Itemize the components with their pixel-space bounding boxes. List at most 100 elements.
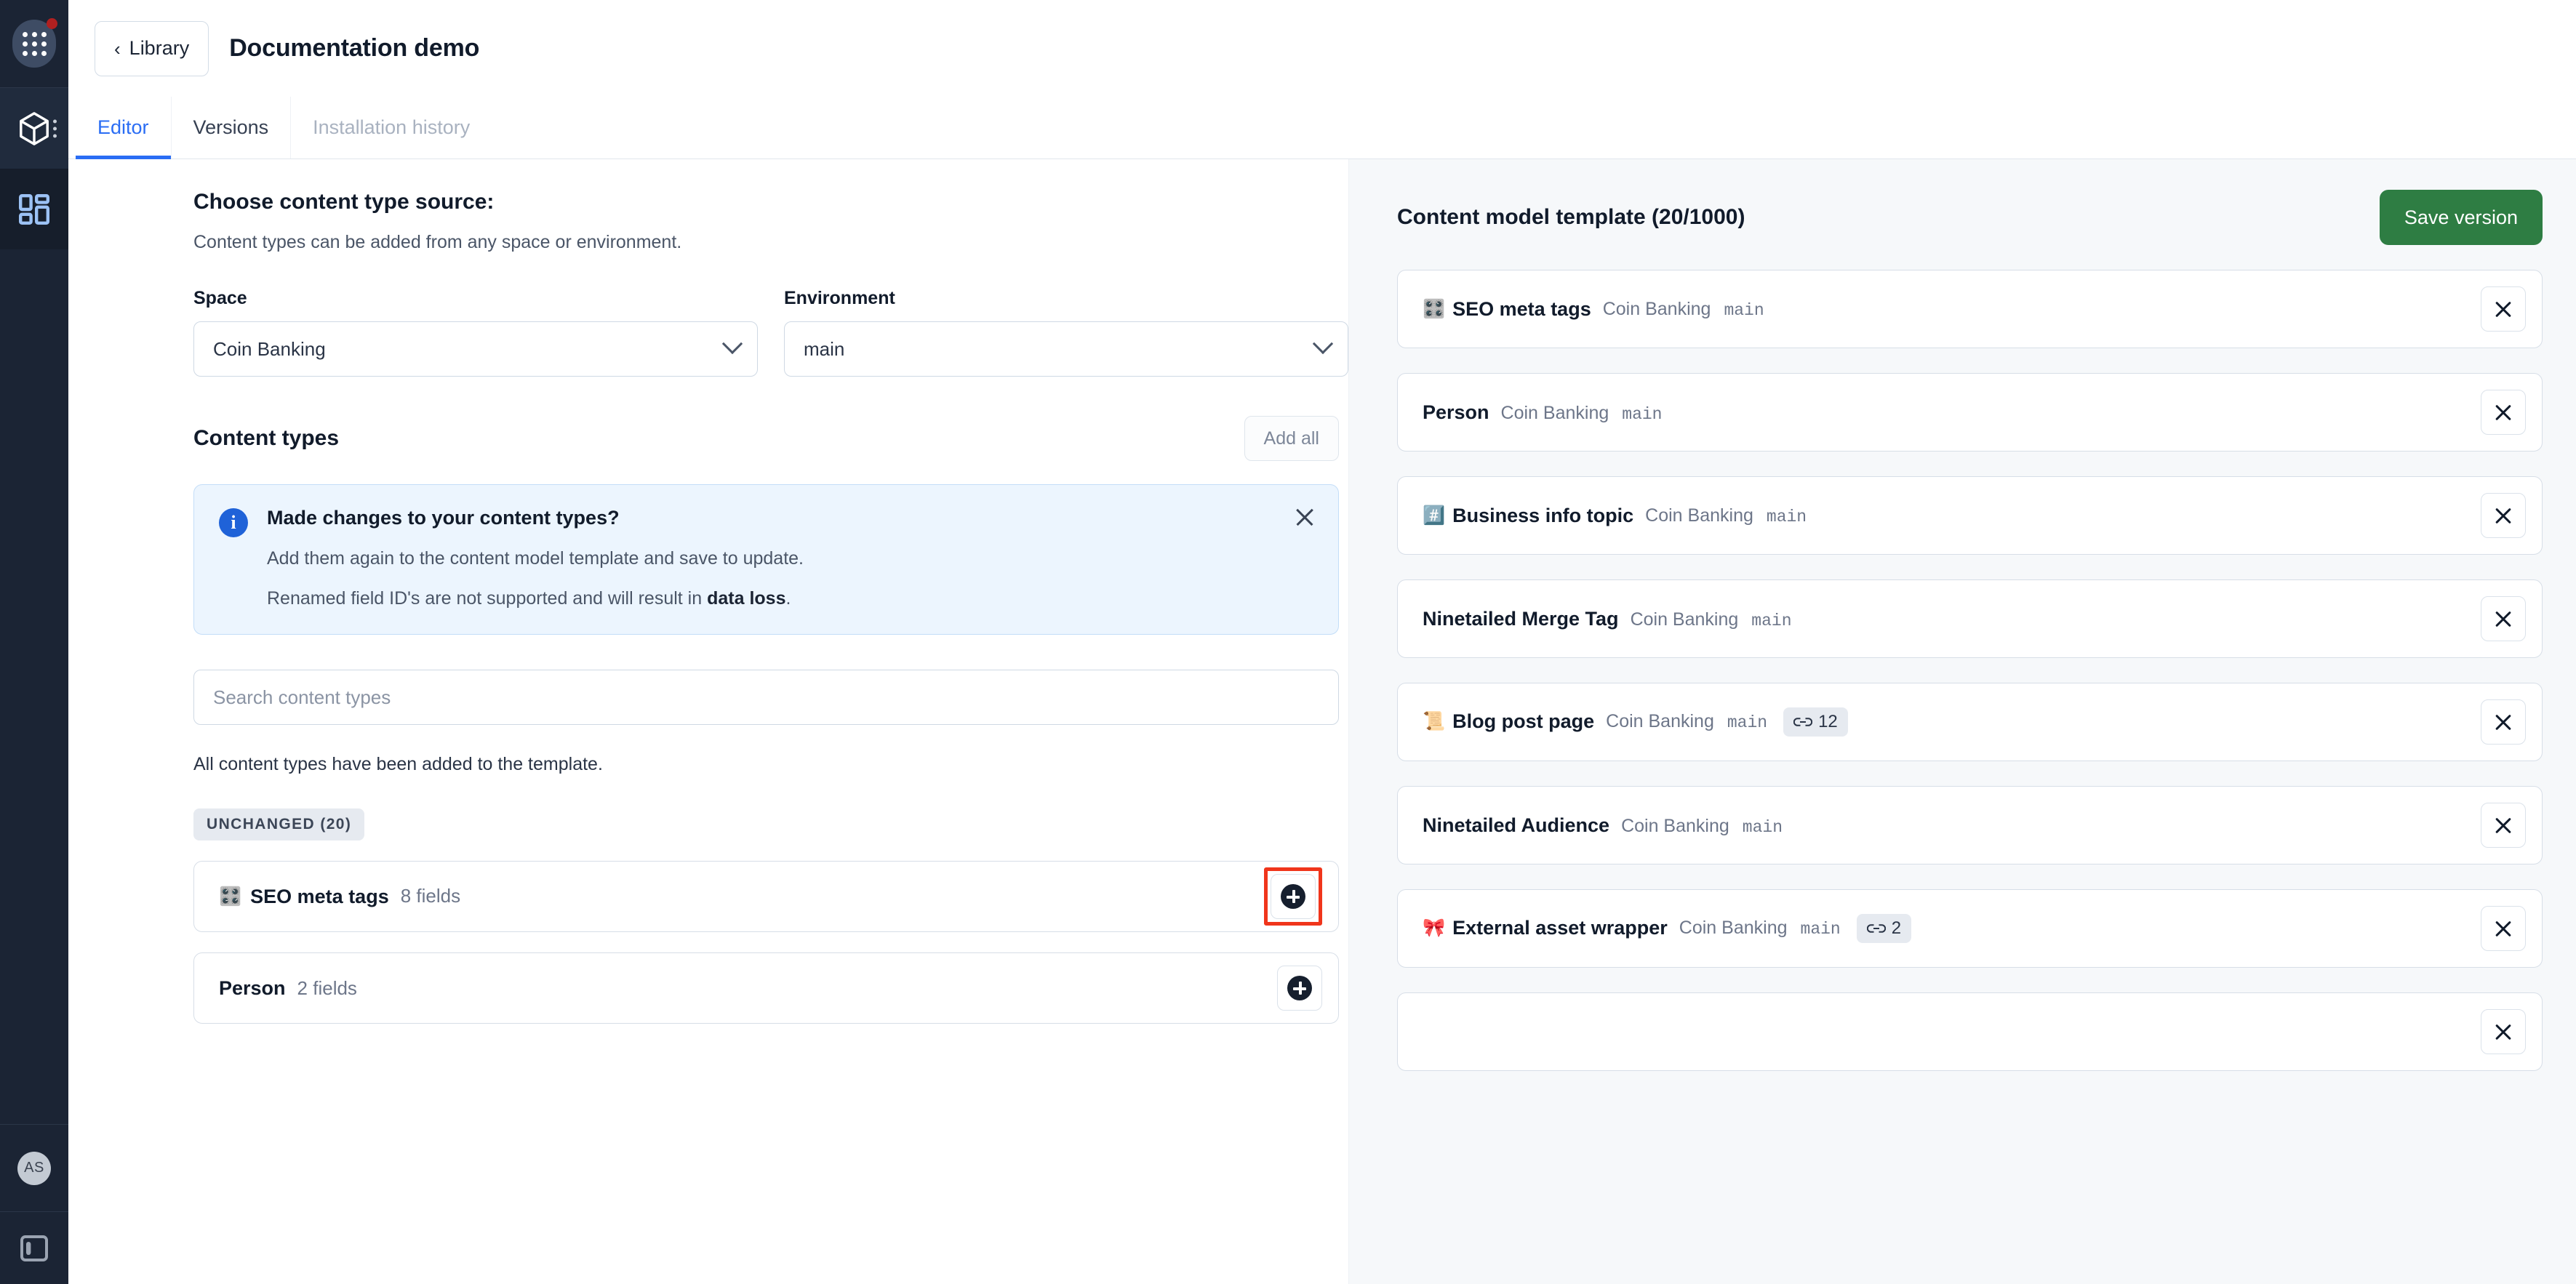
content-type-field-count: 2 fields — [297, 976, 357, 999]
content-type-name-text: Person — [219, 976, 286, 999]
link-icon — [1866, 924, 1886, 933]
back-to-library-button[interactable]: ‹ Library — [95, 20, 209, 76]
source-selectors: Space Coin Banking Environment main — [193, 288, 1348, 377]
apps-launcher[interactable] — [0, 0, 68, 87]
close-icon — [2492, 608, 2514, 630]
content-type-name-text: SEO meta tags — [250, 886, 389, 907]
chevron-down-icon — [1312, 333, 1334, 355]
hash-key-icon: #️⃣ — [1423, 505, 1446, 526]
template-row[interactable]: Person Coin Banking main — [1397, 373, 2543, 452]
content-type-row-seo[interactable]: 🎛️ SEO meta tags 8 fields — [193, 861, 1339, 932]
space-select[interactable]: Coin Banking — [193, 321, 758, 377]
template-name: 📜 Blog post page — [1423, 710, 1594, 733]
template-env: main — [1800, 920, 1841, 939]
remove-template-button[interactable] — [2481, 1009, 2526, 1054]
blocks-icon — [19, 194, 50, 225]
panel-toggle-button[interactable] — [0, 1211, 68, 1284]
info-banner: i Made changes to your content types? Ad… — [193, 484, 1339, 635]
template-env: main — [1766, 507, 1807, 526]
template-row-label: Ninetailed Merge Tag Coin Banking main — [1423, 608, 1792, 630]
info-banner-body: Made changes to your content types? Add … — [267, 507, 1313, 609]
template-name: Ninetailed Merge Tag — [1423, 608, 1619, 630]
template-row[interactable]: #️⃣ Business info topic Coin Banking main — [1397, 476, 2543, 555]
remove-template-button[interactable] — [2481, 803, 2526, 848]
template-row[interactable]: 🎛️ SEO meta tags Coin Banking main — [1397, 270, 2543, 348]
content-type-row-label: Person 2 fields — [219, 977, 357, 1000]
group-chip-unchanged: UNCHANGED (20) — [193, 808, 365, 840]
template-title: Content model template (20/1000) — [1397, 205, 1745, 229]
source-heading: Choose content type source: — [193, 190, 495, 214]
template-env: main — [1727, 713, 1768, 732]
template-row-label: 📜 Blog post page Coin Banking main 12 — [1423, 707, 1848, 737]
template-row[interactable]: 🎀 External asset wrapper Coin Banking mai… — [1397, 889, 2543, 968]
notification-dot — [47, 18, 57, 29]
template-row[interactable]: Ninetailed Merge Tag Coin Banking main — [1397, 579, 2543, 658]
space-field: Space Coin Banking — [193, 288, 758, 377]
remove-template-button[interactable] — [2481, 906, 2526, 951]
save-version-button[interactable]: Save version — [2379, 190, 2543, 245]
add-content-type-button[interactable] — [1277, 966, 1322, 1011]
avatar[interactable]: AS — [17, 1151, 51, 1185]
plus-icon — [1287, 976, 1312, 1000]
template-name-text: Business info topic — [1452, 504, 1634, 526]
template-space: Coin Banking — [1679, 918, 1788, 938]
content-type-field-count: 8 fields — [400, 885, 461, 907]
app-root: AS ‹ Library Documentation demo Editor V… — [0, 0, 2576, 1284]
tab-versions[interactable]: Versions — [172, 97, 292, 159]
sidebar-item-apps[interactable] — [0, 169, 68, 249]
template-row-label: #️⃣ Business info topic Coin Banking main — [1423, 505, 1807, 527]
content-type-name: 🎛️ SEO meta tags — [219, 886, 389, 908]
close-icon[interactable] — [1292, 504, 1318, 530]
scroll-icon: 📜 — [1423, 711, 1446, 731]
sidebar-toggle-icon — [20, 1235, 48, 1261]
environment-select[interactable]: main — [784, 321, 1348, 377]
template-space: Coin Banking — [1500, 402, 1609, 423]
template-panel: Content model template (20/1000) Save ve… — [1348, 159, 2576, 1284]
template-row-label: 🎛️ SEO meta tags Coin Banking main — [1423, 298, 1764, 321]
content-type-row-person[interactable]: Person 2 fields — [193, 952, 1339, 1024]
add-all-button[interactable]: Add all — [1244, 416, 1339, 461]
remove-template-button[interactable] — [2481, 286, 2526, 332]
add-content-type-button[interactable] — [1271, 874, 1316, 919]
template-row-partial[interactable] — [1397, 992, 2543, 1071]
link-icon — [1793, 718, 1813, 726]
control-knobs-icon: 🎛️ — [1423, 298, 1446, 319]
apps-grid-dots — [22, 31, 47, 56]
search-input[interactable]: Search content types — [193, 670, 1339, 725]
linked-entries-badge: 2 — [1856, 914, 1912, 943]
chevron-left-icon: ‹ — [114, 37, 121, 60]
source-panel: Choose content type source: Content type… — [68, 159, 1348, 1284]
template-space: Coin Banking — [1621, 815, 1729, 836]
apps-grid-icon[interactable] — [12, 18, 57, 68]
template-panel-header: Content model template (20/1000) Save ve… — [1397, 190, 2543, 245]
info-banner-line2-suffix: . — [785, 588, 791, 609]
space-switcher[interactable] — [0, 87, 68, 169]
tab-editor[interactable]: Editor — [76, 97, 172, 159]
template-name-text: Ninetailed Audience — [1423, 814, 1610, 836]
control-knobs-icon: 🎛️ — [219, 886, 242, 907]
remove-template-button[interactable] — [2481, 699, 2526, 745]
remove-template-button[interactable] — [2481, 596, 2526, 641]
linked-entries-count: 12 — [1818, 712, 1838, 731]
content-body: Choose content type source: Content type… — [68, 159, 2576, 1284]
template-row-label: Ninetailed Audience Coin Banking main — [1423, 814, 1783, 837]
template-row[interactable]: 📜 Blog post page Coin Banking main 12 — [1397, 683, 2543, 761]
scroll-fade — [68, 1248, 1348, 1284]
template-env: main — [1724, 300, 1764, 320]
template-name-text: Blog post page — [1452, 710, 1595, 732]
remove-template-button[interactable] — [2481, 493, 2526, 538]
template-name: Ninetailed Audience — [1423, 814, 1609, 837]
linked-entries-count: 2 — [1891, 918, 1902, 938]
template-space: Coin Banking — [1630, 609, 1739, 630]
template-space: Coin Banking — [1645, 505, 1753, 526]
template-env: main — [1622, 404, 1663, 424]
highlight-box — [1264, 867, 1322, 926]
template-space: Coin Banking — [1606, 711, 1714, 731]
remove-template-button[interactable] — [2481, 390, 2526, 435]
template-row[interactable]: Ninetailed Audience Coin Banking main — [1397, 786, 2543, 864]
user-menu[interactable]: AS — [0, 1124, 68, 1211]
space-label: Space — [193, 288, 247, 308]
template-row-label: Person Coin Banking main — [1423, 401, 1662, 424]
kebab-menu-icon[interactable] — [53, 119, 57, 137]
info-banner-line2-prefix: Renamed field ID's are not supported and… — [267, 588, 708, 609]
